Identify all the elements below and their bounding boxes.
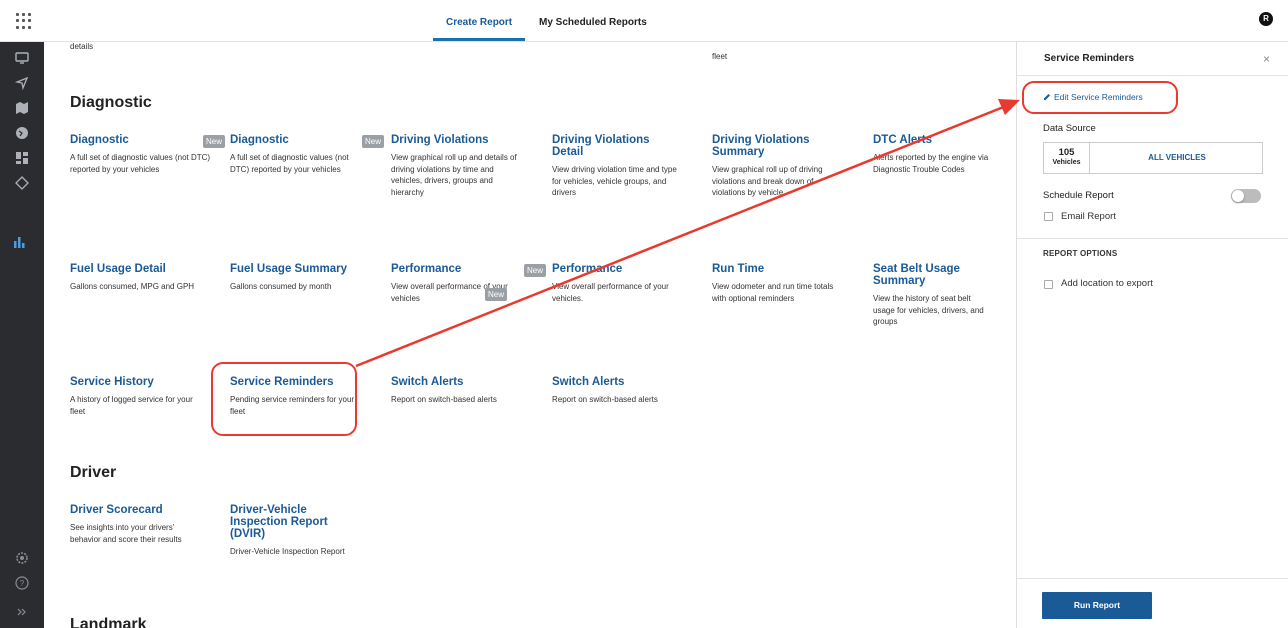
user-avatar[interactable]: R (1259, 12, 1273, 26)
card-title[interactable]: Performance (552, 263, 682, 275)
card-title[interactable]: Run Time (712, 263, 842, 275)
report-options-title: REPORT OPTIONS (1043, 249, 1118, 258)
tab-my-scheduled-reports[interactable]: My Scheduled Reports (539, 17, 647, 28)
vehicle-count-unit: Vehicles (1052, 159, 1081, 166)
all-vehicles-button[interactable]: ALL VEHICLES (1091, 153, 1263, 162)
cut-off-description: details (70, 42, 94, 51)
data-source-selector[interactable]: 105 Vehicles ALL VEHICLES (1043, 142, 1263, 174)
report-card-fuel-usage-detail[interactable]: Fuel Usage Detail Gallons consumed, MPG … (70, 263, 200, 293)
report-card-diagnostic[interactable]: Diagnostic A full set of diagnostic valu… (70, 134, 220, 175)
run-report-button[interactable]: Run Report (1042, 592, 1152, 619)
dashboard-icon[interactable] (14, 150, 30, 166)
new-badge: New (524, 264, 547, 277)
location-arrow-icon[interactable] (14, 75, 30, 91)
card-description: View odometer and run time totals with o… (712, 282, 834, 303)
card-title[interactable]: Diagnostic (230, 134, 360, 146)
report-card-driving-violations-detail[interactable]: Driving Violations Detail View driving v… (552, 134, 682, 199)
card-title[interactable]: DTC Alerts (873, 134, 993, 146)
report-card-diagnostic-new[interactable]: Diagnostic A full set of diagnostic valu… (230, 134, 360, 175)
new-badge: New (362, 135, 385, 148)
add-location-checkbox[interactable] (1044, 280, 1053, 289)
card-description: A history of logged service for your fle… (70, 395, 193, 416)
report-card-dvir[interactable]: Driver-Vehicle Inspection Report (DVIR) … (230, 504, 345, 558)
expand-nav-icon[interactable] (14, 604, 30, 620)
section-title-landmark: Landmark (70, 616, 147, 628)
card-title[interactable]: Fuel Usage Summary (230, 263, 360, 275)
card-description: View graphical roll up and details of dr… (391, 153, 517, 197)
add-location-label: Add location to export (1061, 278, 1153, 289)
card-title[interactable]: Service History (70, 376, 200, 388)
divider (1017, 578, 1288, 579)
card-title[interactable]: Driving Violations Summary (712, 134, 842, 158)
highlight-service-reminders-card (211, 362, 357, 436)
divider (1017, 238, 1288, 239)
data-source-label: Data Source (1043, 123, 1096, 134)
card-description: View overall performance of your vehicle… (552, 282, 669, 303)
report-card-driving-violations[interactable]: Driving Violations View graphical roll u… (391, 134, 521, 198)
tag-icon[interactable] (14, 175, 30, 191)
card-description: See insights into your drivers' behavior… (70, 523, 182, 544)
report-card-fuel-usage-summary[interactable]: Fuel Usage Summary Gallons consumed by m… (230, 263, 360, 293)
reports-icon[interactable] (12, 234, 28, 250)
card-description: Report on switch-based alerts (391, 395, 497, 404)
schedule-report-toggle[interactable] (1231, 189, 1261, 203)
cut-off-description: fleet (712, 52, 728, 61)
card-title[interactable]: Switch Alerts (391, 376, 521, 388)
vehicle-count-number: 105 (1058, 147, 1075, 158)
email-report-checkbox[interactable] (1044, 212, 1053, 221)
map-icon[interactable] (14, 100, 30, 116)
card-title[interactable]: Driving Violations Detail (552, 134, 682, 158)
report-card-switch-alerts[interactable]: Switch Alerts Report on switch-based ale… (391, 376, 521, 406)
tab-create-report[interactable]: Create Report (446, 17, 512, 28)
schedule-report-label: Schedule Report (1043, 190, 1114, 201)
close-icon[interactable]: × (1263, 52, 1270, 66)
settings-icon[interactable] (14, 550, 30, 566)
service-reminders-panel: Service Reminders × Edit Service Reminde… (1016, 42, 1288, 628)
card-title[interactable]: Seat Belt Usage Summary (873, 263, 993, 287)
card-description: Report on switch-based alerts (552, 395, 658, 404)
card-title[interactable]: Switch Alerts (552, 376, 682, 388)
card-title[interactable]: Driver Scorecard (70, 504, 200, 516)
card-description: View the history of seat belt usage for … (873, 294, 984, 326)
report-card-switch-alerts-2[interactable]: Switch Alerts Report on switch-based ale… (552, 376, 682, 406)
top-bar: Create Report My Scheduled Reports R (0, 0, 1288, 42)
report-card-service-history[interactable]: Service History A history of logged serv… (70, 376, 200, 417)
card-description: Gallons consumed by month (230, 282, 332, 291)
help-icon[interactable]: ? (14, 575, 30, 591)
svg-text:?: ? (20, 579, 25, 588)
card-description: A full set of diagnostic values (not DTC… (70, 153, 211, 174)
card-title[interactable]: Fuel Usage Detail (70, 263, 200, 275)
card-title[interactable]: Performance (391, 263, 521, 275)
highlight-edit-service-reminders (1022, 81, 1178, 114)
section-title-diagnostic: Diagnostic (70, 94, 152, 111)
card-description: View graphical roll up of driving violat… (712, 165, 823, 197)
card-title[interactable]: Driver-Vehicle Inspection Report (DVIR) (230, 504, 345, 540)
new-badge: New (203, 135, 226, 148)
report-card-performance-new[interactable]: Performance View overall performance of … (552, 263, 682, 304)
card-description: View driving violation time and type for… (552, 165, 677, 197)
report-card-driver-scorecard[interactable]: Driver Scorecard See insights into your … (70, 504, 200, 545)
divider (1017, 75, 1288, 76)
vehicle-count: 105 Vehicles (1044, 143, 1090, 173)
globe-icon[interactable] (14, 125, 30, 141)
panel-title: Service Reminders (1044, 53, 1135, 64)
apps-grid-icon[interactable] (16, 13, 32, 29)
email-report-label: Email Report (1061, 211, 1116, 222)
report-catalog: details fleet Diagnostic Diagnostic A fu… (44, 42, 1016, 628)
card-description: A full set of diagnostic values (not DTC… (230, 153, 349, 174)
report-card-seat-belt-usage-summary[interactable]: Seat Belt Usage Summary View the history… (873, 263, 993, 328)
active-tab-indicator (433, 38, 525, 41)
card-description: Alerts reported by the engine via Diagno… (873, 153, 989, 174)
card-description: Driver-Vehicle Inspection Report (230, 547, 345, 556)
report-card-run-time[interactable]: Run Time View odometer and run time tota… (712, 263, 842, 304)
new-badge: New (485, 288, 508, 301)
report-card-driving-violations-summary[interactable]: Driving Violations Summary View graphica… (712, 134, 842, 199)
card-title[interactable]: Diagnostic (70, 134, 220, 146)
left-navigation: ? (0, 42, 44, 628)
monitor-icon[interactable] (14, 50, 30, 66)
section-title-driver: Driver (70, 464, 117, 481)
report-card-dtc-alerts[interactable]: DTC Alerts Alerts reported by the engine… (873, 134, 993, 175)
card-description: Gallons consumed, MPG and GPH (70, 282, 195, 291)
card-title[interactable]: Driving Violations (391, 134, 521, 146)
